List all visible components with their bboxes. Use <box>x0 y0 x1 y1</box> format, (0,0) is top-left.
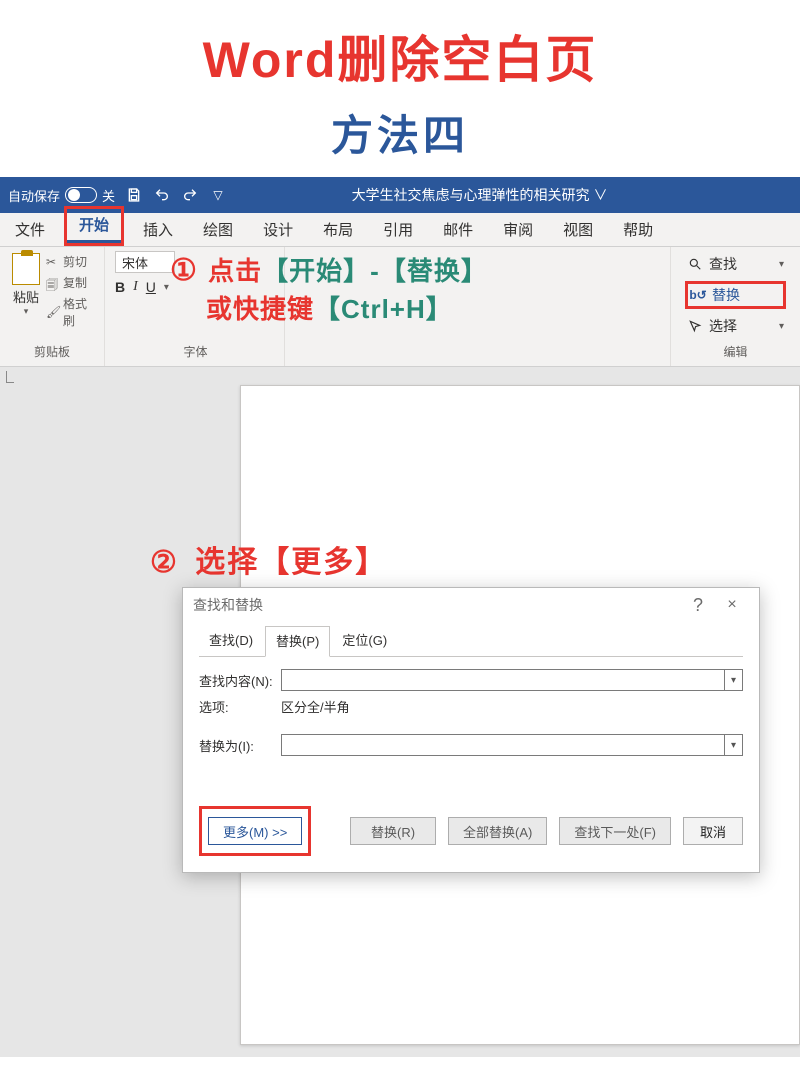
step1-number-icon: ① <box>170 254 198 287</box>
copy-icon: 🗐 <box>46 276 60 290</box>
find-next-button[interactable]: 查找下一处(F) <box>559 817 671 845</box>
find-what-label: 查找内容(N): <box>199 671 281 690</box>
copy-label: 复制 <box>63 274 87 291</box>
dialog-title: 查找和替换 <box>193 595 681 615</box>
font-group-label: 字体 <box>183 343 207 364</box>
copy-button[interactable]: 🗐复制 <box>46 274 96 291</box>
chevron-down-icon: ▾ <box>779 321 784 332</box>
select-label: 选择 <box>709 316 737 336</box>
tab-review[interactable]: 审阅 <box>488 212 548 246</box>
step1-text-1a: 点击 <box>208 256 262 286</box>
editing-group-label: 编辑 <box>723 343 747 364</box>
tab-draw[interactable]: 绘图 <box>188 212 248 246</box>
autosave-toggle[interactable]: 自动保存 关 <box>8 186 115 205</box>
step2-annotation: ② 选择【更多】 <box>150 537 387 581</box>
tab-file[interactable]: 文件 <box>0 212 60 246</box>
highlight-box-more-button: 更多(M) >> <box>199 806 311 856</box>
bold-button[interactable]: B <box>115 279 125 295</box>
clipboard-group-label: 剪贴板 <box>34 343 70 364</box>
dialog-tabs: 查找(D) 替换(P) 定位(G) <box>199 626 743 657</box>
dialog-help-button[interactable]: ? <box>681 595 715 616</box>
find-button[interactable]: 查找 ▾ <box>685 253 786 275</box>
step1-text-1b: 【开始】-【替换】 <box>262 256 488 286</box>
step2-number-icon: ② <box>150 546 179 579</box>
tab-references[interactable]: 引用 <box>368 212 428 246</box>
dropdown-icon[interactable]: ▾ <box>724 670 742 690</box>
brush-icon: 🖌 <box>46 305 60 319</box>
replace-button[interactable]: b↺ 替换 <box>685 281 786 309</box>
replace-all-button[interactable]: 全部替换(A) <box>448 817 547 845</box>
step1-text-2a: 或快捷键 <box>206 294 314 324</box>
replace-one-button[interactable]: 替换(R) <box>350 817 436 845</box>
replace-label: 替换 <box>712 285 740 305</box>
find-label: 查找 <box>709 254 737 274</box>
page-main-title: Word删除空白页 <box>0 20 800 92</box>
tab-mail[interactable]: 邮件 <box>428 212 488 246</box>
select-button[interactable]: 选择 ▾ <box>685 315 786 337</box>
cut-button[interactable]: ✂剪切 <box>46 253 96 270</box>
find-replace-dialog: 查找和替换 ? × 查找(D) 替换(P) 定位(G) 查找内容(N): ▾ 选… <box>182 587 760 873</box>
paste-button[interactable]: 粘贴 ▾ <box>8 251 44 319</box>
autosave-state: 关 <box>102 186 115 205</box>
find-what-input[interactable]: ▾ <box>281 669 743 691</box>
chevron-down-icon: ▾ <box>779 259 784 270</box>
tab-help[interactable]: 帮助 <box>608 212 668 246</box>
step1-text-2b: 【Ctrl+H】 <box>314 294 453 324</box>
dropdown-icon[interactable]: ▾ <box>724 735 742 755</box>
dialog-tab-replace[interactable]: 替换(P) <box>265 626 330 657</box>
replace-with-input[interactable]: ▾ <box>281 734 743 756</box>
dialog-button-row: 更多(M) >> 替换(R) 全部替换(A) 查找下一处(F) 取消 <box>183 800 759 872</box>
redo-icon[interactable] <box>181 186 199 204</box>
save-icon[interactable] <box>125 186 143 204</box>
step1-annotation: ① 点击【开始】-【替换】 或快捷键【Ctrl+H】 <box>170 251 488 327</box>
chevron-down-icon: ▾ <box>24 306 29 317</box>
group-clipboard: 粘贴 ▾ ✂剪切 🗐复制 🖌格式刷 剪贴板 <box>0 247 105 366</box>
chevron-down-icon: ▾ <box>164 282 169 293</box>
font-name-select[interactable]: 宋体 <box>115 251 175 273</box>
cut-label: 剪切 <box>63 253 87 270</box>
italic-button[interactable]: I <box>133 279 138 295</box>
tab-insert[interactable]: 插入 <box>128 212 188 246</box>
cancel-button[interactable]: 取消 <box>683 817 743 845</box>
document-area: ② 选择【更多】 查找和替换 ? × 查找(D) 替换(P) 定位(G) 查找内… <box>0 367 800 1057</box>
tab-layout[interactable]: 布局 <box>308 212 368 246</box>
dialog-tab-find[interactable]: 查找(D) <box>199 626 263 656</box>
scissors-icon: ✂ <box>46 255 60 269</box>
undo-icon[interactable] <box>153 186 171 204</box>
step2-text: 选择【更多】 <box>195 546 387 579</box>
underline-button[interactable]: U <box>146 279 156 295</box>
more-button[interactable]: 更多(M) >> <box>208 817 302 845</box>
tab-home[interactable]: 开始 <box>67 209 121 243</box>
options-value: 区分全/半角 <box>281 697 350 716</box>
toggle-pill-icon <box>65 187 97 203</box>
group-editing: 查找 ▾ b↺ 替换 选择 ▾ 编辑 <box>670 247 800 366</box>
replace-with-label: 替换为(I): <box>199 736 281 755</box>
paste-label: 粘贴 <box>13 287 39 306</box>
cursor-icon <box>687 318 703 334</box>
replace-icon: b↺ <box>690 287 706 303</box>
highlight-box-home-tab: 开始 <box>64 206 124 246</box>
search-icon <box>687 256 703 272</box>
tab-design[interactable]: 设计 <box>248 212 308 246</box>
ribbon-tabs: 文件 开始 插入 绘图 设计 布局 引用 邮件 审阅 视图 帮助 <box>0 213 800 247</box>
paste-icon <box>12 253 40 285</box>
options-label: 选项: <box>199 697 281 716</box>
ribbon-body: 粘贴 ▾ ✂剪切 🗐复制 🖌格式刷 剪贴板 宋体 B I U ▾ 字体 <box>0 247 800 367</box>
qat-customize-icon[interactable]: ▽ <box>209 186 227 204</box>
autosave-label: 自动保存 <box>8 186 60 205</box>
document-title[interactable]: 大学生社交焦虑与心理弹性的相关研究 ∨ <box>227 185 732 205</box>
tab-view[interactable]: 视图 <box>548 212 608 246</box>
ruler-mark-icon <box>6 371 14 383</box>
dialog-tab-goto[interactable]: 定位(G) <box>332 626 397 656</box>
page-sub-title: 方法四 <box>0 102 800 163</box>
format-painter-label: 格式刷 <box>63 295 96 329</box>
dialog-close-button[interactable]: × <box>715 596 749 614</box>
format-painter-button[interactable]: 🖌格式刷 <box>46 295 96 329</box>
dialog-titlebar[interactable]: 查找和替换 ? × <box>183 588 759 622</box>
